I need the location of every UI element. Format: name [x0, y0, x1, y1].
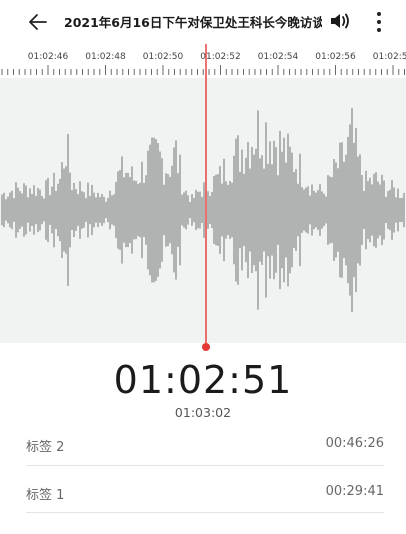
back-button[interactable]: [24, 8, 52, 36]
list-divider: [26, 512, 384, 513]
ruler-time-label: 01:02:48: [85, 52, 126, 62]
ruler-time-label: 01:02:50: [143, 52, 184, 62]
mark-time: 00:46:26: [325, 436, 384, 451]
mark-time: 00:29:41: [325, 484, 384, 499]
speaker-button[interactable]: [328, 9, 352, 33]
recording-title: 2021年6月16日下午对保卫处王科长今晚访谈: [64, 15, 322, 30]
arrow-left-icon: [29, 14, 47, 30]
ruler-time-label: 01:02:46: [28, 52, 69, 62]
playhead-handle: [202, 343, 210, 351]
mark-list-item[interactable]: 标签 2 00:46:26: [26, 436, 384, 486]
playhead[interactable]: [200, 44, 212, 354]
total-duration: 01:03:02: [174, 405, 232, 420]
more-options-button[interactable]: [370, 8, 388, 36]
speaker-icon: [331, 13, 349, 29]
top-app-bar: 2021年6月16日下午对保卫处王科长今晚访谈: [0, 0, 406, 44]
mark-label: 标签 1: [26, 488, 65, 503]
more-vert-icon: [377, 12, 381, 32]
ruler-time-label: 01:02:54: [258, 52, 299, 62]
ruler-time-label: 01:02:58: [373, 52, 406, 62]
current-time: 01:02:51: [113, 358, 293, 402]
ruler-time-label: 01:02:56: [315, 52, 356, 62]
mark-list-item[interactable]: 标签 1 00:29:41: [26, 484, 384, 534]
list-divider: [26, 465, 384, 466]
mark-label: 标签 2: [26, 440, 65, 455]
